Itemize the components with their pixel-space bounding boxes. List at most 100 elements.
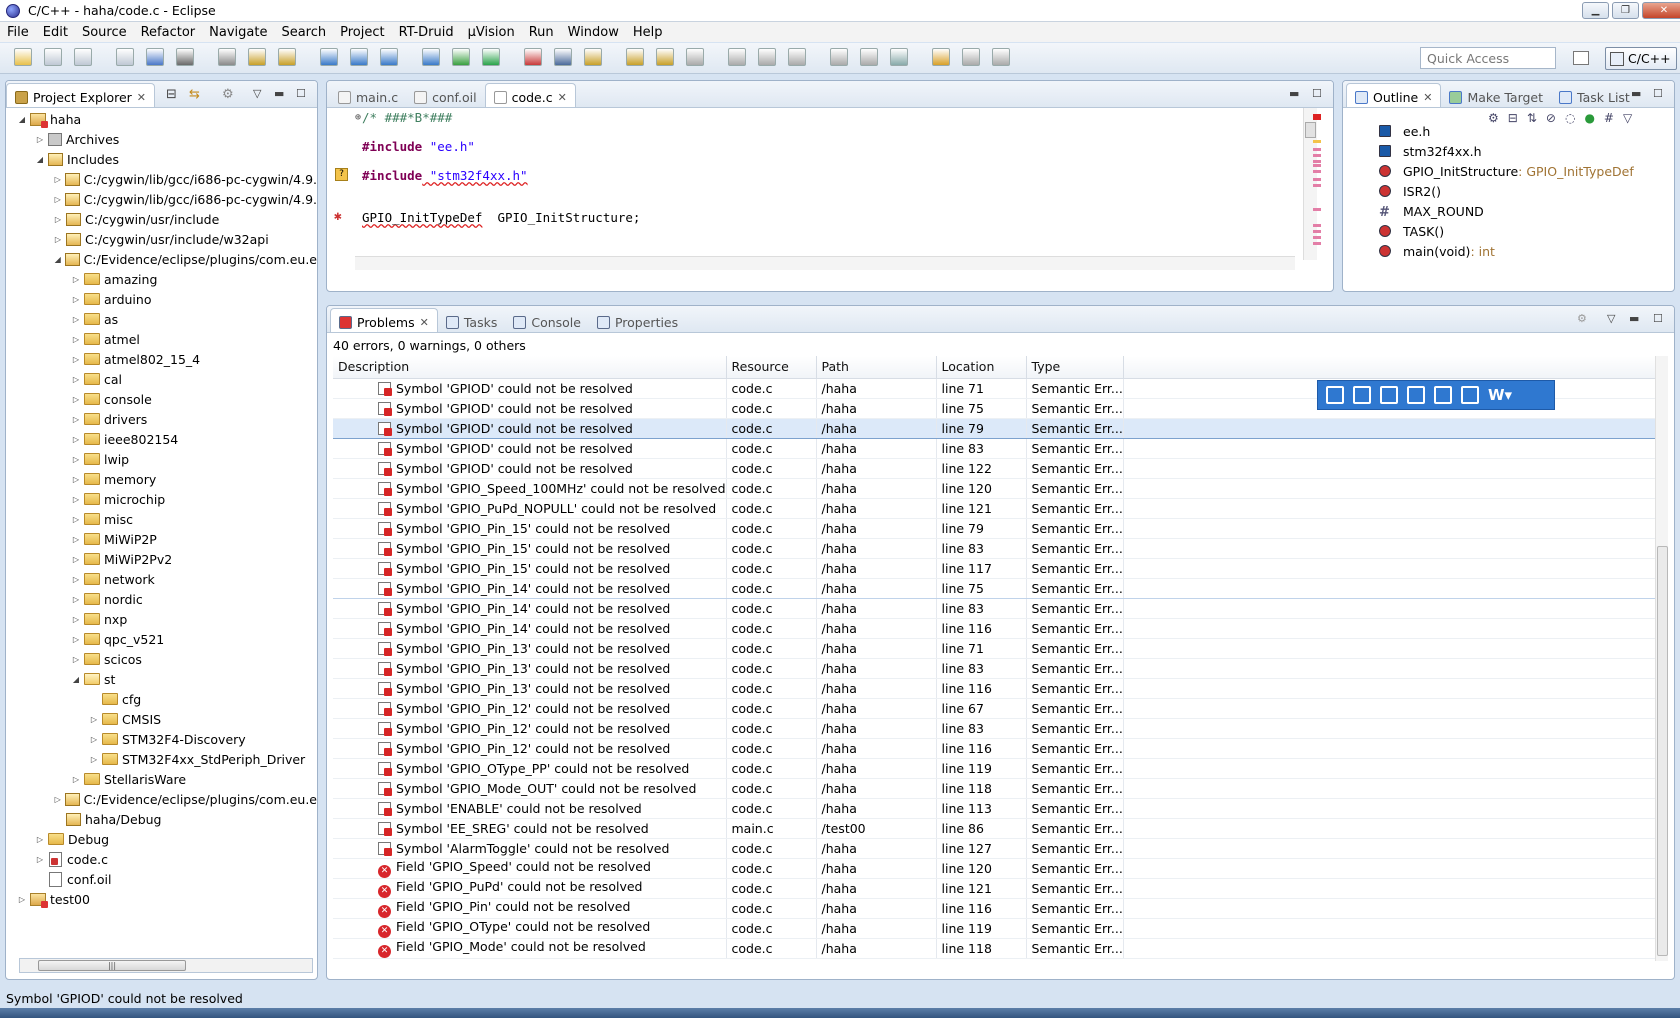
outline-item[interactable]: ISR2() [1379, 181, 1441, 201]
collapsed-arrow-icon[interactable]: ▷ [70, 375, 82, 384]
collapsed-arrow-icon[interactable]: ▷ [70, 355, 82, 364]
collapsed-arrow-icon[interactable]: ▷ [88, 755, 100, 764]
hide-nonpublic-icon[interactable]: ◌ [1565, 111, 1575, 125]
menu-item-refactor[interactable]: Refactor [134, 25, 203, 40]
collapsed-arrow-icon[interactable]: ▷ [34, 835, 46, 844]
table-row[interactable]: Symbol 'EE_SREG' could not be resolved ma… [333, 818, 1667, 839]
tree-item[interactable]: ▷ C:/cygwin/lib/gcc/i686-pc-cygwin/4.9. [6, 189, 317, 209]
close-icon[interactable]: ✕ [420, 316, 429, 329]
tree-item[interactable]: ▷ C:/Evidence/eclipse/plugins/com.eu.e [6, 789, 317, 809]
sort-icon[interactable]: ⇅ [1527, 111, 1537, 125]
tree-item[interactable]: cfg [6, 689, 317, 709]
menu-item-rt-druid[interactable]: RT-Druid [392, 25, 461, 40]
tree-item[interactable]: ▷ drivers [6, 409, 317, 429]
tree-item[interactable]: ▷ console [6, 389, 317, 409]
ruler-mark[interactable] [1313, 170, 1321, 173]
minimize-view-icon[interactable]: ▬ [274, 87, 284, 100]
code-area[interactable]: ⊕ /* ###*B*### #include "ee.h" ? #includ… [327, 108, 1333, 270]
tree-item[interactable]: ▷ nxp [6, 609, 317, 629]
table-row[interactable]: Symbol 'GPIO_Pin_13' could not be resolv… [333, 658, 1667, 679]
quick-access-input[interactable]: Quick Access [1420, 47, 1556, 69]
collapsed-arrow-icon[interactable]: ▷ [70, 615, 82, 624]
toolbar-button-25-icon[interactable] [830, 48, 848, 66]
column-header-location[interactable]: Location [936, 356, 1027, 379]
collapsed-arrow-icon[interactable]: ▷ [70, 475, 82, 484]
tree-item[interactable]: ▷ cal [6, 369, 317, 389]
tree-item[interactable]: ▷ scicos [6, 649, 317, 669]
tab-task-list[interactable]: Task List [1551, 83, 1638, 107]
tree-item[interactable]: ▷ misc [6, 509, 317, 529]
menu-item-source[interactable]: Source [75, 25, 134, 40]
collapsed-arrow-icon[interactable]: ▷ [70, 415, 82, 424]
toolbar-button-3-icon[interactable] [74, 48, 92, 66]
tree-item[interactable]: ◢ C:/Evidence/eclipse/plugins/com.eu.e [6, 249, 317, 269]
maximize-outline-icon[interactable]: ☐ [1653, 87, 1663, 100]
menu-item-run[interactable]: Run [522, 25, 561, 40]
table-row[interactable]: Symbol 'AlarmToggle' could not be resolv… [333, 838, 1667, 859]
tree-item[interactable]: ▷ qpc_v521 [6, 629, 317, 649]
collapsed-arrow-icon[interactable]: ▷ [70, 275, 82, 284]
collapse-all-icon[interactable]: ⊟ [1508, 111, 1518, 125]
word-logo-icon[interactable]: W▾ [1488, 386, 1512, 404]
expanded-arrow-icon[interactable]: ◢ [70, 675, 82, 684]
overview-ruler[interactable] [1311, 114, 1323, 264]
table-row[interactable]: Symbol 'GPIO_Pin_12' could not be resolv… [333, 698, 1667, 719]
collapse-all-icon[interactable]: ⊟ [166, 87, 177, 102]
tab-conf-oil[interactable]: conf.oil [406, 83, 485, 107]
table-row[interactable]: Symbol 'GPIO_Pin_14' could not be resolv… [333, 618, 1667, 639]
tree-item[interactable]: ▷ as [6, 309, 317, 329]
outline-item[interactable]: main(void) : int [1379, 241, 1495, 261]
minimize-outline-icon[interactable]: ▬ [1631, 87, 1641, 100]
collapsed-arrow-icon[interactable]: ▷ [88, 715, 100, 724]
restore-window-button[interactable]: ❐ [1612, 2, 1639, 19]
tree-item[interactable]: ▷ atmel [6, 329, 317, 349]
collapsed-arrow-icon[interactable]: ▷ [52, 795, 63, 804]
tree-item[interactable]: ▷ code.c [6, 849, 317, 869]
close-icon[interactable]: ✕ [558, 91, 567, 104]
close-icon[interactable]: ✕ [1423, 91, 1432, 104]
toolbar-button-21-icon[interactable] [686, 48, 704, 66]
toolbar-action-5-icon[interactable] [1434, 386, 1452, 404]
tab-tasks[interactable]: Tasks [438, 308, 506, 332]
ruler-mark[interactable] [1313, 224, 1321, 227]
table-row[interactable]: Symbol 'GPIOD' could not be resolved code… [333, 438, 1667, 459]
tree-item[interactable]: ◢ st [6, 669, 317, 689]
collapsed-arrow-icon[interactable]: ▷ [70, 655, 82, 664]
toolbar-button-15-icon[interactable] [482, 48, 500, 66]
table-row[interactable]: Symbol 'GPIO_Pin_12' could not be resolv… [333, 718, 1667, 739]
menu-item-navigate[interactable]: Navigate [202, 25, 274, 40]
ruler-mark[interactable] [1313, 148, 1321, 151]
toolbar-button-8-icon[interactable] [248, 48, 266, 66]
toolbar-button-18-icon[interactable] [584, 48, 602, 66]
menu-item-file[interactable]: File [0, 25, 36, 40]
collapsed-arrow-icon[interactable]: ▷ [88, 735, 100, 744]
collapsed-arrow-icon[interactable]: ▷ [52, 235, 64, 244]
table-row[interactable]: Symbol 'GPIO_Pin_14' could not be resolv… [333, 598, 1667, 619]
toolbar-button-26-icon[interactable] [860, 48, 878, 66]
tree-item[interactable]: ▷ arduino [6, 289, 317, 309]
outline-item[interactable]: TASK() [1379, 221, 1444, 241]
table-row[interactable]: Symbol 'GPIO_Pin_12' could not be resolv… [333, 738, 1667, 759]
ruler-mark[interactable] [1313, 154, 1321, 157]
ruler-mark[interactable] [1313, 242, 1321, 245]
view-menu-icon[interactable]: ▽ [1623, 111, 1632, 125]
tree-item[interactable]: ▷ amazing [6, 269, 317, 289]
collapsed-arrow-icon[interactable]: ▷ [16, 895, 28, 904]
outline-item[interactable]: ee.h [1379, 121, 1430, 141]
collapsed-arrow-icon[interactable]: ▷ [70, 515, 82, 524]
table-row[interactable]: Symbol 'GPIO_PuPd_NOPULL' could not be r… [333, 498, 1667, 519]
collapsed-arrow-icon[interactable]: ▷ [70, 315, 82, 324]
collapsed-arrow-icon[interactable]: ▷ [70, 635, 82, 644]
column-header-description[interactable]: Description [333, 356, 727, 379]
open-perspective-icon[interactable] [1573, 51, 1589, 65]
table-row[interactable]: Symbol 'GPIO_Mode_OUT' could not be reso… [333, 778, 1667, 799]
tree-item[interactable]: ▷ network [6, 569, 317, 589]
hide-static-icon[interactable]: ⊘ [1546, 111, 1556, 125]
column-header-resource[interactable]: Resource [726, 356, 817, 379]
collapsed-arrow-icon[interactable]: ▷ [52, 215, 64, 224]
tree-item[interactable]: ▷ ieee802154 [6, 429, 317, 449]
perspective-cpp-button[interactable]: C/C++ [1605, 47, 1677, 70]
table-row[interactable]: Symbol 'GPIO_Pin_15' could not be resolv… [333, 518, 1667, 539]
table-row[interactable]: ✕ Field 'GPIO_Pin' could not be resolved c… [333, 898, 1667, 919]
table-row[interactable]: ✕ Field 'GPIO_PuPd' could not be resolved… [333, 878, 1667, 899]
